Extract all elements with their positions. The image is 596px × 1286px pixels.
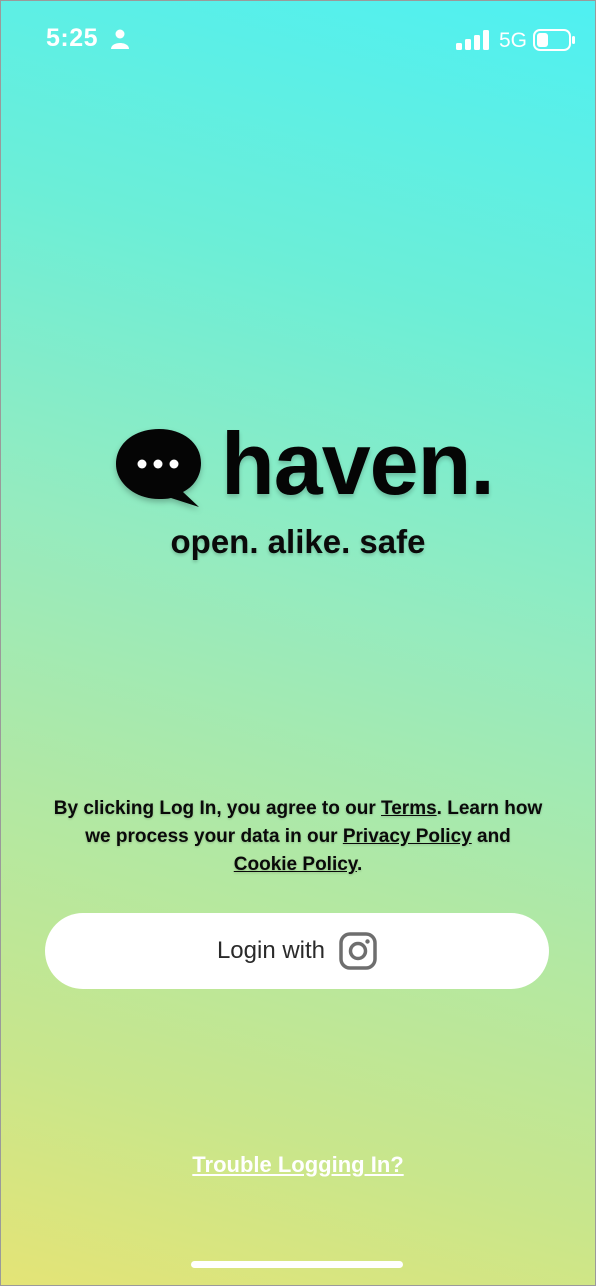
legal-suffix: . [356,854,363,875]
battery-icon [533,29,575,51]
legal-and: and [471,826,511,847]
brand-name: haven. [221,414,495,513]
legal-prefix: By clicking Log In, you agree to our [53,798,382,819]
instagram-icon [339,932,377,970]
trouble-logging-in-link[interactable]: Trouble Logging In? [1,1152,595,1178]
status-bar: 5:25 5G [1,1,595,81]
terms-link[interactable]: Terms [381,798,437,819]
logo: haven. [113,414,513,513]
privacy-policy-link[interactable]: Privacy Policy [343,826,472,847]
person-icon [111,29,129,49]
signal-icon [456,30,489,50]
login-label: Login with [216,937,326,964]
chat-bubble-icon [116,429,201,507]
cookie-policy-link[interactable]: Cookie Policy [234,854,357,875]
home-indicator[interactable] [191,1261,403,1268]
legal-notice: By clicking Log In, you agree to our Ter… [51,795,545,879]
tagline: open. alike. safe [170,523,426,560]
status-time: 5:25 [46,24,99,52]
login-screen: 5:25 5G haven. open. alike. safe By clic… [0,0,596,1286]
login-with-instagram-button[interactable]: Login with [45,913,549,989]
network-label: 5G [499,29,528,52]
